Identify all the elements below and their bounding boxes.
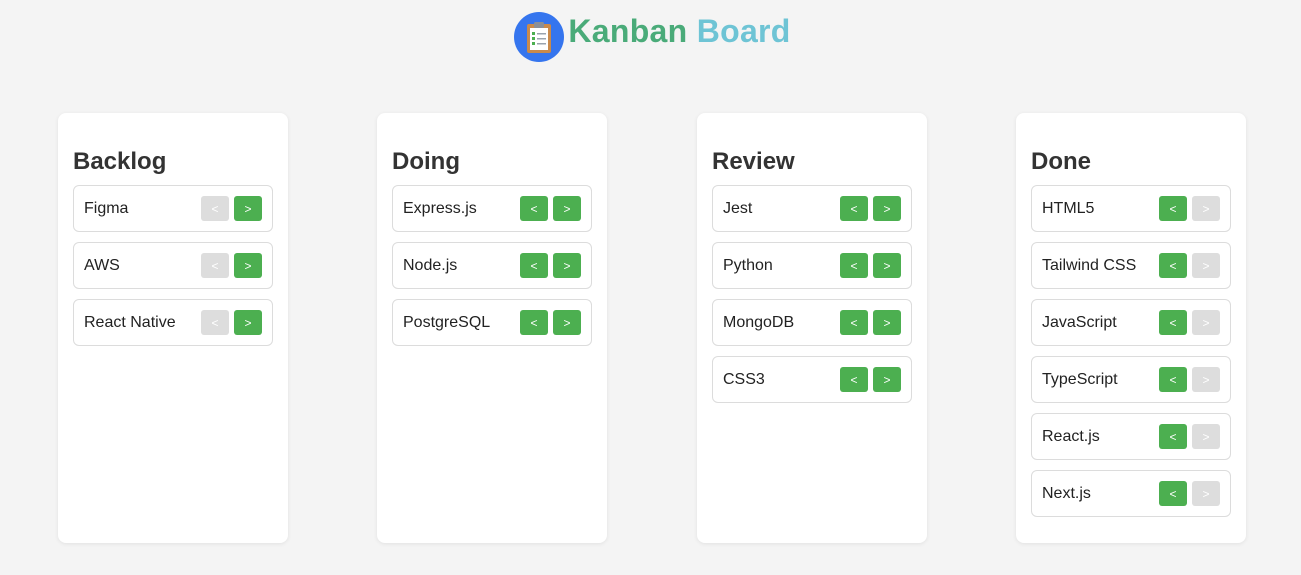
- task-card: PostgreSQL < >: [392, 299, 592, 346]
- move-left-button[interactable]: <: [840, 253, 868, 278]
- move-buttons: < >: [1159, 196, 1220, 221]
- column-doing: Doing Express.js < > Node.js < > PostgreSQL < >: [377, 113, 607, 543]
- move-left-button: <: [201, 253, 229, 278]
- move-left-button[interactable]: <: [1159, 196, 1187, 221]
- move-left-button[interactable]: <: [1159, 424, 1187, 449]
- title-board: Board: [696, 12, 791, 49]
- move-buttons: < >: [201, 253, 262, 278]
- column-title: Review: [712, 148, 795, 175]
- move-buttons: < >: [1159, 367, 1220, 392]
- move-right-button[interactable]: >: [234, 253, 262, 278]
- move-buttons: < >: [520, 253, 581, 278]
- move-right-button: >: [1192, 424, 1220, 449]
- task-card-label: AWS: [84, 256, 120, 274]
- move-right-button[interactable]: >: [873, 367, 901, 392]
- move-left-button[interactable]: <: [1159, 367, 1187, 392]
- task-card-label: CSS3: [723, 370, 765, 388]
- move-left-button[interactable]: <: [1159, 253, 1187, 278]
- task-card: TypeScript < >: [1031, 356, 1231, 403]
- move-right-button[interactable]: >: [553, 196, 581, 221]
- column-title: Done: [1031, 148, 1091, 175]
- task-card-label: PostgreSQL: [403, 313, 491, 331]
- column-title: Doing: [392, 148, 460, 175]
- move-right-button[interactable]: >: [873, 253, 901, 278]
- task-card: Figma < >: [73, 185, 273, 232]
- task-card: CSS3 < >: [712, 356, 912, 403]
- move-left-button[interactable]: <: [840, 367, 868, 392]
- card-list: Express.js < > Node.js < > PostgreSQL < >: [392, 185, 592, 346]
- task-card: Next.js < >: [1031, 470, 1231, 517]
- page-title: Kanban Board: [568, 13, 790, 50]
- move-left-button[interactable]: <: [520, 253, 548, 278]
- title-kanban: Kanban: [568, 12, 688, 49]
- move-left-button[interactable]: <: [520, 196, 548, 221]
- move-right-button: >: [1192, 196, 1220, 221]
- task-card-label: JavaScript: [1042, 313, 1117, 331]
- task-card: Jest < >: [712, 185, 912, 232]
- task-card: React.js < >: [1031, 413, 1231, 460]
- move-buttons: < >: [201, 310, 262, 335]
- column-review: Review Jest < > Python < > MongoDB < > CSS3 < >: [697, 113, 927, 543]
- move-left-button: <: [201, 196, 229, 221]
- move-buttons: < >: [1159, 253, 1220, 278]
- task-card-label: Jest: [723, 199, 753, 217]
- task-card: HTML5 < >: [1031, 185, 1231, 232]
- move-buttons: < >: [1159, 310, 1220, 335]
- move-right-button: >: [1192, 481, 1220, 506]
- task-card-label: Tailwind CSS: [1042, 256, 1137, 274]
- move-right-button[interactable]: >: [234, 196, 262, 221]
- column-done: Done HTML5 < > Tailwind CSS < > JavaScript < > Ty…: [1016, 113, 1246, 543]
- task-card: Express.js < >: [392, 185, 592, 232]
- move-right-button: >: [1192, 253, 1220, 278]
- task-card: React Native < >: [73, 299, 273, 346]
- task-card: Python < >: [712, 242, 912, 289]
- task-card-label: Express.js: [403, 199, 477, 217]
- move-right-button[interactable]: >: [234, 310, 262, 335]
- move-right-button[interactable]: >: [873, 310, 901, 335]
- task-card-label: Python: [723, 256, 773, 274]
- card-list: Jest < > Python < > MongoDB < > CSS3 < >: [712, 185, 912, 403]
- task-card: Node.js < >: [392, 242, 592, 289]
- move-buttons: < >: [1159, 424, 1220, 449]
- move-left-button[interactable]: <: [1159, 310, 1187, 335]
- clipboard-icon: [514, 12, 565, 62]
- move-left-button: <: [201, 310, 229, 335]
- task-card: AWS < >: [73, 242, 273, 289]
- card-list: HTML5 < > Tailwind CSS < > JavaScript < > TypeScr…: [1031, 185, 1231, 517]
- move-left-button[interactable]: <: [520, 310, 548, 335]
- task-card-label: HTML5: [1042, 199, 1095, 217]
- move-right-button[interactable]: >: [553, 253, 581, 278]
- move-buttons: < >: [520, 310, 581, 335]
- column-backlog: Backlog Figma < > AWS < > React Native < >: [58, 113, 288, 543]
- move-left-button[interactable]: <: [840, 196, 868, 221]
- move-buttons: < >: [1159, 481, 1220, 506]
- move-buttons: < >: [201, 196, 262, 221]
- task-card-label: React.js: [1042, 427, 1100, 445]
- move-buttons: < >: [840, 367, 901, 392]
- task-card: MongoDB < >: [712, 299, 912, 346]
- move-right-button: >: [1192, 310, 1220, 335]
- task-card-label: MongoDB: [723, 313, 795, 331]
- move-right-button: >: [1192, 367, 1220, 392]
- task-card: JavaScript < >: [1031, 299, 1231, 346]
- task-card-label: Next.js: [1042, 484, 1091, 502]
- page-header: Kanban Board: [0, 12, 1301, 62]
- task-card-label: Node.js: [403, 256, 458, 274]
- task-card: Tailwind CSS < >: [1031, 242, 1231, 289]
- column-title: Backlog: [73, 148, 167, 175]
- card-list: Figma < > AWS < > React Native < >: [73, 185, 273, 346]
- task-card-label: React Native: [84, 313, 176, 331]
- move-right-button[interactable]: >: [553, 310, 581, 335]
- move-left-button[interactable]: <: [1159, 481, 1187, 506]
- move-buttons: < >: [840, 196, 901, 221]
- move-buttons: < >: [520, 196, 581, 221]
- move-right-button[interactable]: >: [873, 196, 901, 221]
- move-buttons: < >: [840, 253, 901, 278]
- task-card-label: Figma: [84, 199, 129, 217]
- move-left-button[interactable]: <: [840, 310, 868, 335]
- task-card-label: TypeScript: [1042, 370, 1118, 388]
- move-buttons: < >: [840, 310, 901, 335]
